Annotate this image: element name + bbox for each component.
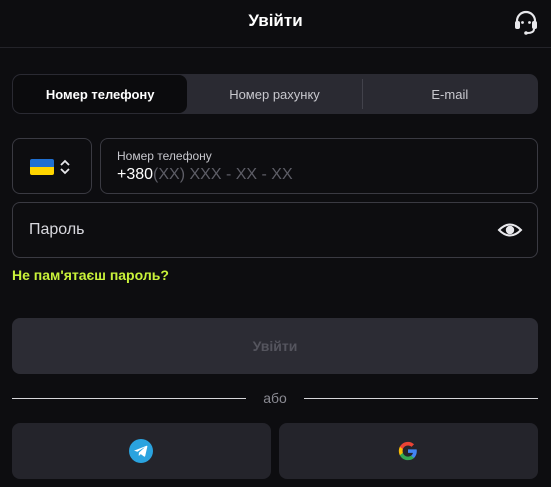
country-code-select[interactable] [12, 138, 92, 194]
headset-icon[interactable] [512, 8, 540, 36]
phone-mask: (XX) XXX - XX - XX [153, 166, 293, 183]
chevron-updown-icon [60, 159, 70, 175]
forgot-password-link[interactable]: Не пам'ятаєш пароль? [12, 267, 169, 283]
password-field[interactable]: Пароль [12, 202, 538, 258]
google-login-button[interactable] [279, 423, 538, 479]
login-button[interactable]: Увійти [12, 318, 538, 374]
phone-prefix: +380 [117, 166, 154, 183]
ukraine-flag-icon [30, 159, 54, 175]
tab-account-number[interactable]: Номер рахунку [187, 75, 361, 113]
telegram-icon [129, 439, 153, 463]
or-divider-label: або [263, 390, 287, 406]
eye-icon[interactable] [497, 219, 523, 241]
phone-field-label: Номер телефону [117, 149, 212, 163]
login-method-tabs: Номер телефону Номер рахунку E-mail [12, 74, 538, 114]
page-title: Увійти [248, 11, 303, 30]
phone-number-field[interactable]: Номер телефону +380(XX) XXX - XX - XX [100, 138, 538, 194]
password-placeholder: Пароль [29, 221, 85, 238]
phone-input[interactable]: +380(XX) XXX - XX - XX [117, 166, 293, 184]
tab-email[interactable]: E-mail [363, 75, 537, 113]
divider-line-left [12, 398, 246, 399]
divider-line-right [304, 398, 538, 399]
telegram-login-button[interactable] [12, 423, 271, 479]
tab-phone[interactable]: Номер телефону [13, 75, 188, 113]
header: Увійти [0, 0, 551, 48]
google-icon [398, 441, 417, 461]
